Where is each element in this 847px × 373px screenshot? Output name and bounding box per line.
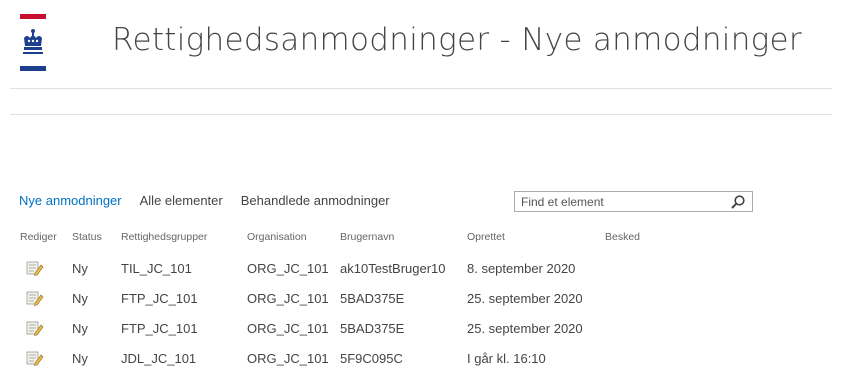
table-header-row: Rediger Status Rettighedsgrupper Organis… [20,231,665,253]
view-selector: Nye anmodninger Alle elementer Behandlede … [19,193,408,208]
cell-username: 5BAD375E [340,290,405,306]
divider [10,114,832,115]
divider [10,88,832,89]
cell-group: FTP_JC_101 [121,320,198,336]
edit-cell [20,253,72,283]
cell-created: 25. september 2020 [467,290,583,306]
table-row[interactable]: Ny FTP_JC_101 ORG_JC_101 5BAD375E 25. se… [20,283,665,313]
cell-message [605,313,665,343]
cell-organisation: ORG_JC_101 [247,350,329,366]
column-header-besked[interactable]: Besked [605,231,665,253]
search-box [514,191,753,212]
cell-message [605,343,665,373]
edit-icon[interactable] [26,260,44,277]
view-link-nye-anmodninger[interactable]: Nye anmodninger [19,193,122,208]
edit-icon[interactable] [26,350,44,367]
cell-status: Ny [72,350,88,366]
cell-organisation: ORG_JC_101 [247,290,329,306]
cell-username: ak10TestBruger10 [340,260,446,276]
cell-organisation: ORG_JC_101 [247,320,329,336]
page-title: Rettighedsanmodninger - Nye anmodninger [112,22,802,58]
column-header-status[interactable]: Status [72,231,121,253]
cell-status: Ny [72,320,88,336]
cell-status: Ny [72,290,88,306]
column-header-rediger: Rediger [20,231,57,243]
cell-username: 5F9C095C [340,350,403,366]
logo-stripe-top [20,14,46,19]
crown-icon [23,29,43,54]
cell-created: 25. september 2020 [467,320,583,336]
requests-table: Rediger Status Rettighedsgrupper Organis… [20,231,665,373]
table-row[interactable]: Ny TIL_JC_101 ORG_JC_101 ak10TestBruger1… [20,253,665,283]
view-link-behandlede-anmodninger[interactable]: Behandlede anmodninger [241,193,390,208]
cell-message [605,283,665,313]
edit-icon[interactable] [26,320,44,337]
cell-created: I går kl. 16:10 [467,350,546,366]
cell-organisation: ORG_JC_101 [247,260,329,276]
search-icon[interactable] [730,194,746,210]
search-input[interactable] [521,193,721,210]
cell-message [605,253,665,283]
edit-cell [20,283,72,313]
cell-group: FTP_JC_101 [121,290,198,306]
cell-group: JDL_JC_101 [121,350,197,366]
view-link-alle-elementer[interactable]: Alle elementer [140,193,223,208]
table-row[interactable]: Ny FTP_JC_101 ORG_JC_101 5BAD375E 25. se… [20,313,665,343]
edit-icon[interactable] [26,290,44,307]
logo-stripe-bottom [20,66,46,71]
cell-group: TIL_JC_101 [121,260,192,276]
column-header-oprettet[interactable]: Oprettet [467,231,605,253]
table-row[interactable]: Ny JDL_JC_101 ORG_JC_101 5F9C095C I går … [20,343,665,373]
column-header-rettighedsgrupper[interactable]: Rettighedsgrupper [121,231,247,253]
column-header-brugernavn[interactable]: Brugernavn [340,231,467,253]
column-header-organisation[interactable]: Organisation [247,231,340,253]
cell-created: 8. september 2020 [467,260,576,276]
logo[interactable] [20,14,46,72]
edit-cell [20,313,72,343]
cell-username: 5BAD375E [340,320,405,336]
edit-cell [20,343,72,373]
cell-status: Ny [72,260,88,276]
